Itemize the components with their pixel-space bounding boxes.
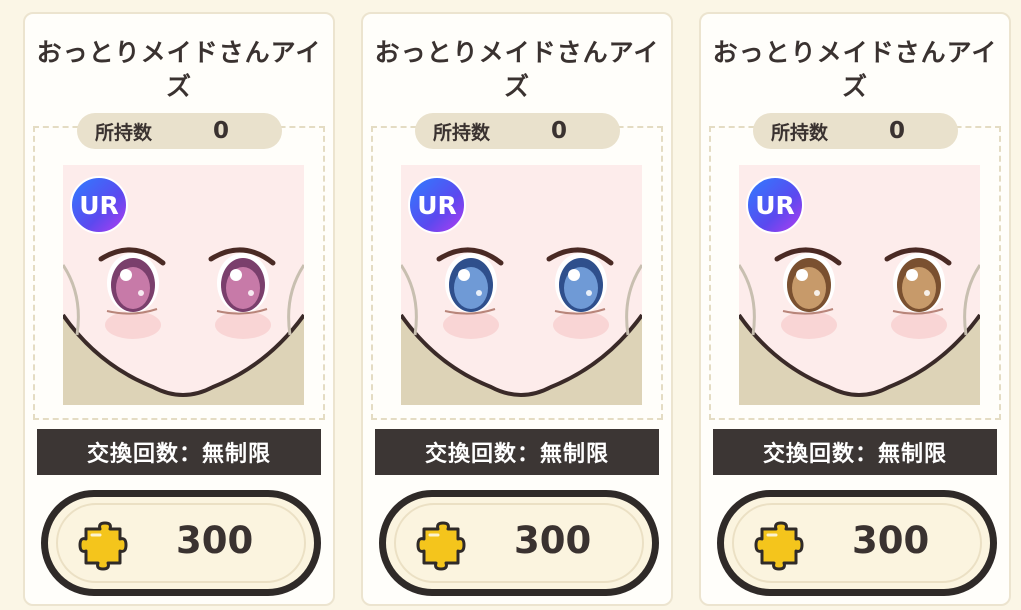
item-card[interactable]: おっとりメイドさんアイズ 所持数 0 UR 交換回数：無制限 300 bbox=[699, 12, 1011, 606]
puzzle-piece-icon bbox=[754, 521, 804, 575]
exchange-button[interactable]: 300 bbox=[717, 490, 997, 596]
item-title: おっとりメイドさんアイズ bbox=[712, 38, 998, 101]
owned-count-pill: 所持数 0 bbox=[77, 113, 282, 149]
owned-label: 所持数 bbox=[433, 121, 491, 144]
rarity-badge: UR bbox=[70, 176, 128, 234]
owned-count: 0 bbox=[213, 118, 230, 144]
rarity-badge: UR bbox=[746, 176, 804, 234]
item-title: おっとりメイドさんアイズ bbox=[374, 38, 660, 101]
owned-label: 所持数 bbox=[95, 121, 153, 144]
exchange-limit-label: 交換回数：無制限 bbox=[713, 429, 997, 475]
puzzle-piece-icon bbox=[78, 521, 128, 575]
exchange-limit-label: 交換回数：無制限 bbox=[37, 429, 321, 475]
exchange-button[interactable]: 300 bbox=[41, 490, 321, 596]
item-card[interactable]: おっとりメイドさんアイズ 所持数 0 UR 交換回数：無制限 300 bbox=[361, 12, 673, 606]
rarity-badge: UR bbox=[408, 176, 466, 234]
puzzle-piece-icon bbox=[416, 521, 466, 575]
item-title: おっとりメイドさんアイズ bbox=[36, 38, 322, 101]
owned-count: 0 bbox=[889, 118, 906, 144]
owned-count-pill: 所持数 0 bbox=[415, 113, 620, 149]
exchange-limit-label: 交換回数：無制限 bbox=[375, 429, 659, 475]
price-value: 300 bbox=[514, 519, 592, 562]
owned-label: 所持数 bbox=[771, 121, 829, 144]
owned-count: 0 bbox=[551, 118, 568, 144]
price-value: 300 bbox=[176, 519, 254, 562]
exchange-button[interactable]: 300 bbox=[379, 490, 659, 596]
price-value: 300 bbox=[852, 519, 930, 562]
item-card[interactable]: おっとりメイドさんアイズ 所持数 0 UR 交換回数：無制限 300 bbox=[23, 12, 335, 606]
owned-count-pill: 所持数 0 bbox=[753, 113, 958, 149]
